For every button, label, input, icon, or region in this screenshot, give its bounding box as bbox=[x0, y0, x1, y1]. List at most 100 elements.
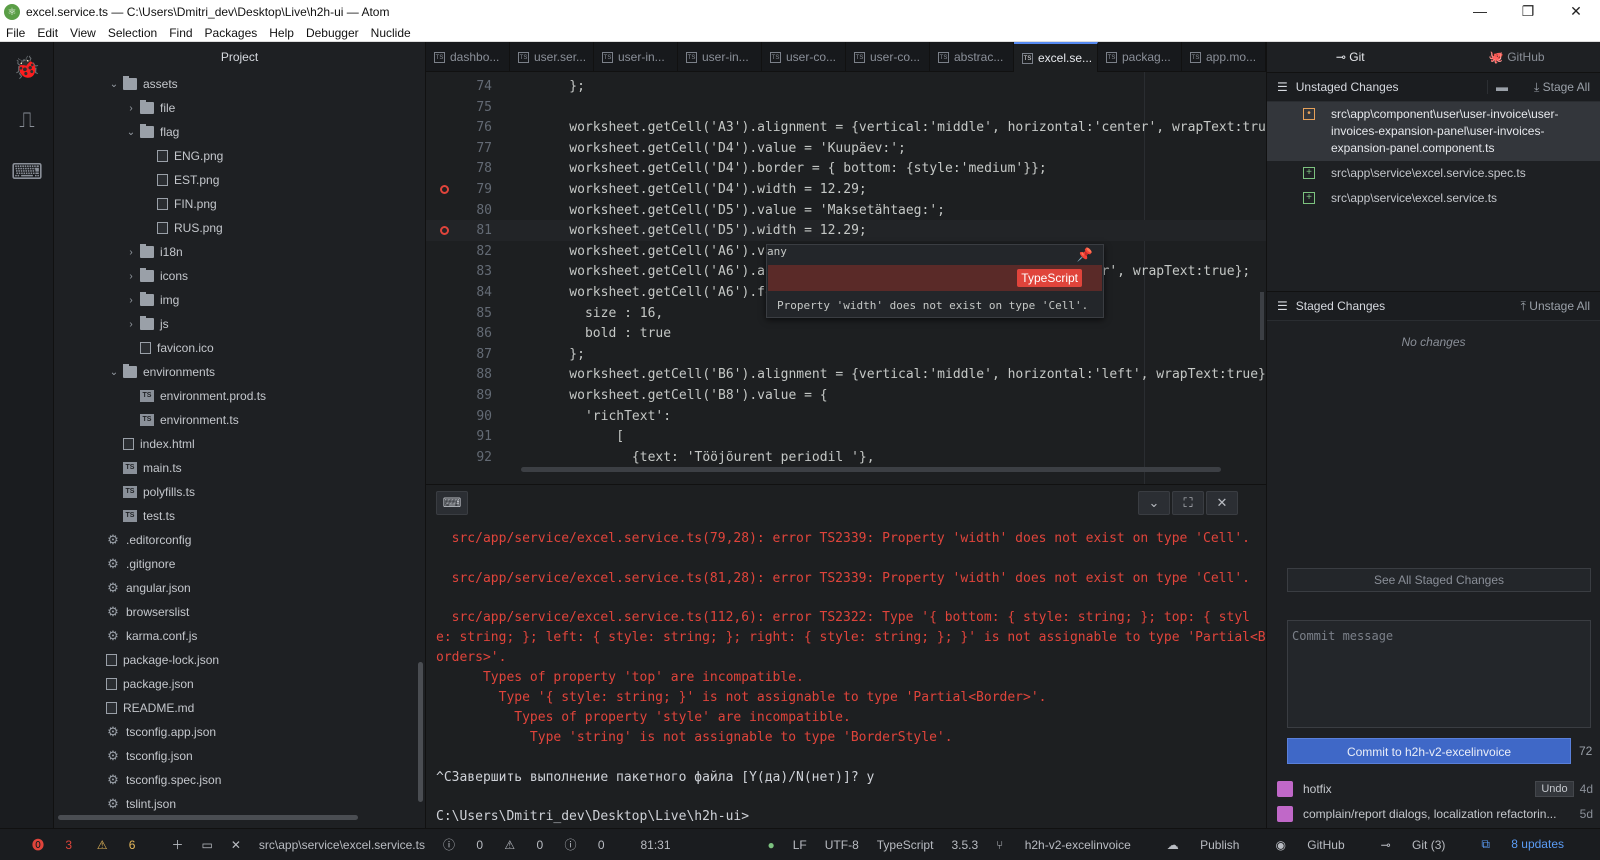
grammar[interactable]: TypeScript bbox=[877, 838, 934, 852]
tree-item[interactable]: › icons bbox=[54, 264, 425, 288]
collapse-icon[interactable]: ▬ bbox=[1487, 80, 1508, 94]
code-line[interactable]: 75 bbox=[426, 97, 1266, 118]
tree-item[interactable]: TS polyfills.ts bbox=[54, 480, 425, 504]
menu-edit[interactable]: Edit bbox=[31, 26, 64, 40]
editor-horizontal-scrollbar[interactable] bbox=[521, 467, 1221, 472]
menu-debugger[interactable]: Debugger bbox=[300, 26, 365, 40]
code-line[interactable]: 86 bold : true bbox=[426, 323, 1266, 344]
tree-item[interactable]: package-lock.json bbox=[54, 648, 425, 672]
chevron-down-icon[interactable]: ⌄ bbox=[107, 79, 121, 90]
tree-item[interactable]: RUS.png bbox=[54, 216, 425, 240]
tree-item[interactable]: ⚙ .gitignore bbox=[54, 552, 425, 576]
menu-selection[interactable]: Selection bbox=[102, 26, 163, 40]
terminal-toggle-icon[interactable]: ▭ bbox=[202, 838, 213, 852]
code-line[interactable]: 90 'richText': bbox=[426, 406, 1266, 427]
tree-vertical-scrollbar[interactable] bbox=[418, 662, 423, 802]
tree-item[interactable]: TS test.ts bbox=[54, 504, 425, 528]
add-icon[interactable]: ＋ bbox=[171, 836, 183, 853]
tab-2[interactable]: TS user-in... bbox=[594, 42, 678, 72]
code-line[interactable]: 81 worksheet.getCell('D5').width = 12.29… bbox=[426, 220, 1266, 242]
menu-file[interactable]: File bbox=[0, 26, 31, 40]
terminal-icon[interactable]: ⌨ bbox=[0, 146, 54, 198]
tab-0[interactable]: TS dashbo... bbox=[426, 42, 510, 72]
terminal-keyboard-icon[interactable]: ⌨ bbox=[436, 491, 468, 515]
branch[interactable]: ⑂ h2h-v2-excelinvoice bbox=[996, 838, 1149, 852]
tab-5[interactable]: TS user-co... bbox=[846, 42, 930, 72]
tree-item[interactable]: package.json bbox=[54, 672, 425, 696]
unstaged-file[interactable]: • src\app\component\user\user-invoice\use… bbox=[1267, 102, 1600, 161]
tree-item[interactable]: index.html bbox=[54, 432, 425, 456]
github-status[interactable]: ◉ GitHub bbox=[1275, 838, 1362, 852]
error-marker-icon[interactable] bbox=[440, 226, 449, 236]
unstaged-file[interactable]: + src\app\service\excel.service.spec.ts bbox=[1267, 161, 1600, 186]
encoding[interactable]: UTF-8 bbox=[825, 838, 859, 852]
code-line[interactable]: 76 worksheet.getCell('A3').alignment = {… bbox=[426, 117, 1266, 138]
publish-button[interactable]: ☁ Publish bbox=[1167, 838, 1258, 852]
tab-9[interactable]: TS app.mo... bbox=[1182, 42, 1266, 72]
tree-item[interactable]: ⚙ tsconfig.app.json bbox=[54, 720, 425, 744]
recent-commit[interactable]: complain/report dialogs, localization re… bbox=[1277, 802, 1593, 826]
tab-4[interactable]: TS user-co... bbox=[762, 42, 846, 72]
undo-button[interactable]: Undo bbox=[1535, 781, 1574, 797]
debugger-icon[interactable]: 🐞 bbox=[0, 42, 54, 94]
code-line[interactable]: 78 worksheet.getCell('D4').border = { bo… bbox=[426, 158, 1266, 179]
tree-item[interactable]: ⚙ angular.json bbox=[54, 576, 425, 600]
maximize-button[interactable]: ❐ bbox=[1504, 0, 1552, 24]
cursor-position[interactable]: 81:31 bbox=[641, 838, 671, 852]
code-line[interactable]: 92 {text: 'Tööjõurent periodil '}, bbox=[426, 447, 1266, 468]
tree-item[interactable]: ⚙ browserslist bbox=[54, 600, 425, 624]
tab-github[interactable]: 🐙 GitHub bbox=[1434, 42, 1600, 72]
code-line[interactable]: 79 worksheet.getCell('D4').width = 12.29… bbox=[426, 179, 1266, 200]
menu-view[interactable]: View bbox=[64, 26, 102, 40]
tree-item[interactable]: TS environment.prod.ts bbox=[54, 384, 425, 408]
error-marker-icon[interactable] bbox=[440, 185, 449, 194]
chevron-down-icon[interactable]: ⌄ bbox=[124, 127, 138, 138]
chevron-right-icon[interactable]: › bbox=[124, 103, 138, 114]
tab-7[interactable]: TS excel.se... bbox=[1014, 42, 1098, 72]
terminal-maximize-button[interactable]: ⛶ bbox=[1172, 491, 1204, 515]
tab-3[interactable]: TS user-in... bbox=[678, 42, 762, 72]
menu-help[interactable]: Help bbox=[263, 26, 300, 40]
tab-6[interactable]: TS abstrac... bbox=[930, 42, 1014, 72]
chevron-right-icon[interactable]: › bbox=[124, 295, 138, 306]
tree-horizontal-scrollbar[interactable] bbox=[58, 815, 358, 820]
minimize-button[interactable]: — bbox=[1456, 0, 1504, 24]
updates-button[interactable]: ⧉ 8 updates bbox=[1481, 837, 1582, 852]
tree-item[interactable]: ENG.png bbox=[54, 144, 425, 168]
tree-item[interactable]: TS environment.ts bbox=[54, 408, 425, 432]
tree-item[interactable]: favicon.ico bbox=[54, 336, 425, 360]
see-all-staged-button[interactable]: See All Staged Changes bbox=[1287, 568, 1591, 592]
tree-item[interactable]: ⌄ assets bbox=[54, 72, 425, 96]
tab-1[interactable]: TS user.ser... bbox=[510, 42, 594, 72]
tree-item[interactable]: ⚙ karma.conf.js bbox=[54, 624, 425, 648]
menu-packages[interactable]: Packages bbox=[199, 26, 264, 40]
tree-item[interactable]: ⚙ .editorconfig bbox=[54, 528, 425, 552]
unstage-all-button[interactable]: ⤒ Unstage All bbox=[1521, 299, 1590, 314]
unstaged-file[interactable]: + src\app\service\excel.service.ts bbox=[1267, 186, 1600, 211]
diagnostics-counts[interactable]: ⓿ 3 ⚠ 6 bbox=[32, 836, 153, 853]
code-line[interactable]: 80 worksheet.getCell('D5').value = 'Maks… bbox=[426, 200, 1266, 221]
chevron-right-icon[interactable]: › bbox=[124, 319, 138, 330]
stage-all-button[interactable]: ⤓ Stage All bbox=[1534, 80, 1590, 95]
tree-item[interactable]: ⌄ flag bbox=[54, 120, 425, 144]
code-line[interactable]: 87 }; bbox=[426, 344, 1266, 365]
terminal-collapse-button[interactable]: ⌄ bbox=[1138, 491, 1170, 515]
chevron-right-icon[interactable]: › bbox=[124, 271, 138, 282]
tree-item[interactable]: EST.png bbox=[54, 168, 425, 192]
tree-item[interactable]: ⌄ environments bbox=[54, 360, 425, 384]
tab-git[interactable]: ⊸ Git bbox=[1267, 42, 1434, 72]
tree-item[interactable]: › i18n bbox=[54, 240, 425, 264]
git-status[interactable]: ⊸ Git (3) bbox=[1381, 838, 1464, 852]
editor-vertical-scrollbar[interactable] bbox=[1260, 292, 1264, 340]
code-line[interactable]: 91 [ bbox=[426, 426, 1266, 447]
tree-item[interactable]: ⚙ tsconfig.json bbox=[54, 744, 425, 768]
ts-version[interactable]: 3.5.3 bbox=[951, 838, 978, 852]
chevron-right-icon[interactable]: › bbox=[124, 247, 138, 258]
tree-item[interactable]: ⚙ tsconfig.spec.json bbox=[54, 768, 425, 792]
code-line[interactable]: 77 worksheet.getCell('D4').value = 'Kuup… bbox=[426, 138, 1266, 159]
file-path[interactable]: src\app\service\excel.service.ts bbox=[259, 838, 425, 852]
lint-status[interactable]: ⓘ 0 ⚠ 0 ⓘ 0 bbox=[443, 836, 623, 853]
code-line[interactable]: 89 worksheet.getCell('B8').value = { bbox=[426, 385, 1266, 406]
code-line[interactable]: 74 }; bbox=[426, 76, 1266, 97]
pin-icon[interactable]: 📌 bbox=[1077, 247, 1093, 263]
